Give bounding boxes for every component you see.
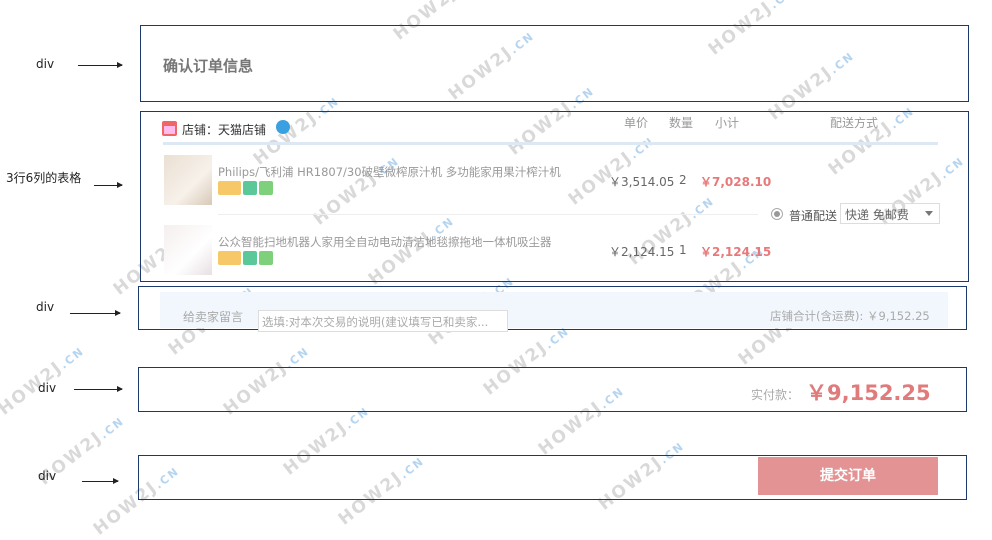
submit-order-button[interactable]: 提交订单 bbox=[758, 457, 938, 495]
chevron-down-icon bbox=[925, 211, 933, 216]
annotation-arrow bbox=[74, 386, 123, 392]
shipping-select[interactable]: 快递 免邮费 bbox=[840, 203, 940, 224]
annotation-label: div bbox=[38, 469, 57, 483]
product-thumbnail[interactable] bbox=[164, 155, 212, 205]
payment-amount: ￥9,152.25 bbox=[806, 381, 931, 405]
credit-card-icon bbox=[218, 181, 241, 195]
column-header-price: 单价 bbox=[624, 116, 649, 130]
quantity: 2 bbox=[679, 173, 687, 187]
column-header-quantity: 数量 bbox=[669, 116, 694, 130]
annotation-label: div bbox=[38, 381, 57, 395]
guarantee-icon bbox=[259, 181, 273, 195]
shipping-option-label: 普通配送 bbox=[789, 209, 838, 223]
credit-card-icon bbox=[218, 251, 241, 265]
annotation-label: div bbox=[36, 57, 55, 71]
page-title: 确认订单信息 bbox=[163, 57, 254, 75]
subtotal: ￥2,124.15 bbox=[700, 245, 772, 259]
annotation-arrow bbox=[94, 182, 123, 188]
message-label: 给卖家留言 bbox=[183, 310, 244, 324]
shop-name: 店铺：天猫店铺 bbox=[182, 123, 267, 137]
unit-price: ￥3,514.05 bbox=[609, 175, 675, 189]
seven-day-return-icon bbox=[243, 251, 257, 265]
seven-day-return-icon bbox=[243, 181, 257, 195]
quantity: 1 bbox=[679, 243, 687, 257]
watermark: HOW2J.CN bbox=[0, 344, 88, 420]
table-header-divider bbox=[163, 142, 938, 145]
product-thumbnail[interactable] bbox=[164, 225, 212, 275]
column-header-subtotal: 小计 bbox=[715, 116, 740, 130]
annotation-arrow bbox=[78, 62, 123, 68]
annotation-label: 3行6列的表格 bbox=[6, 171, 82, 185]
annotation-arrow bbox=[70, 310, 121, 316]
product-name[interactable]: 公众智能扫地机器人家用全自动电动清洁地毯擦拖地一体机吸尘器 bbox=[218, 234, 552, 250]
shipping-select-value: 快递 免邮费 bbox=[845, 208, 909, 222]
annotation-label: div bbox=[36, 300, 55, 314]
payment-label: 实付款： bbox=[751, 388, 800, 402]
shop-total: 店铺合计(含运费): ￥9,152.25 bbox=[770, 309, 930, 323]
shop-icon bbox=[162, 121, 177, 136]
header-div-frame bbox=[140, 25, 969, 102]
subtotal: ￥7,028.10 bbox=[700, 175, 772, 189]
guarantee-icon bbox=[259, 251, 273, 265]
column-header-shipping: 配送方式 bbox=[830, 116, 879, 130]
chat-icon[interactable] bbox=[276, 120, 290, 134]
shipping-radio[interactable] bbox=[771, 208, 783, 220]
product-name[interactable]: Philips/飞利浦 HR1807/30破壁微榨原汁机 多功能家用果汁榨汁机 bbox=[218, 164, 561, 180]
row-divider bbox=[218, 214, 758, 215]
message-input[interactable]: 选填:对本次交易的说明(建议填写已和卖家... bbox=[258, 310, 508, 332]
unit-price: ￥2,124.15 bbox=[609, 245, 675, 259]
product-tags bbox=[218, 251, 273, 265]
annotation-arrow bbox=[82, 478, 119, 484]
product-tags bbox=[218, 181, 273, 195]
